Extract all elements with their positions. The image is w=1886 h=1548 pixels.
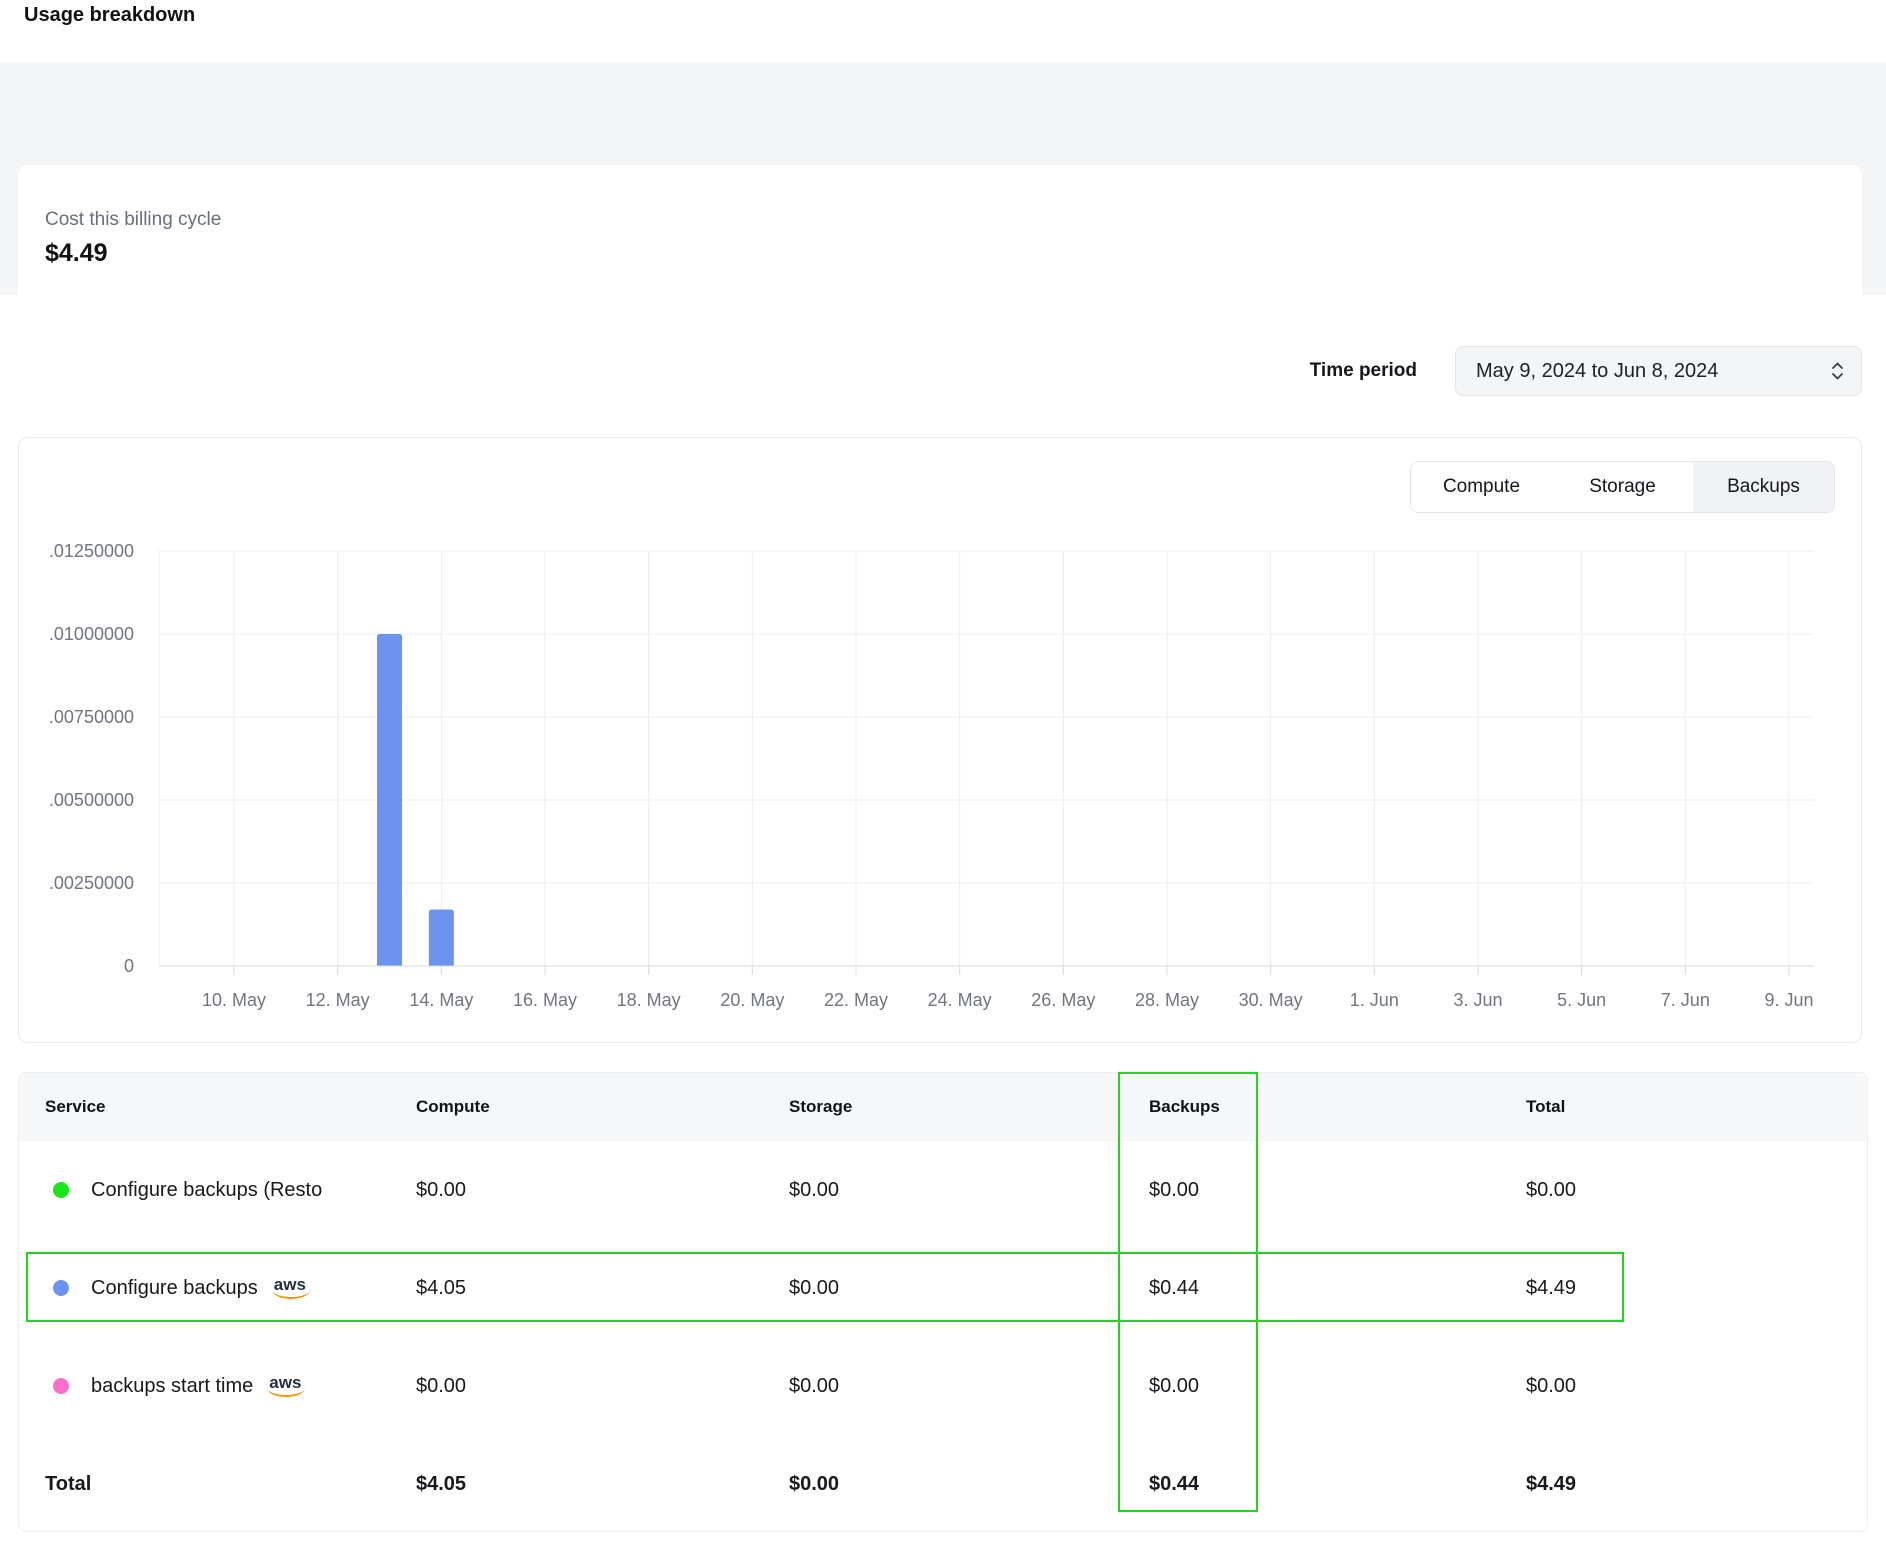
summary-section: Cost this billing cycle $4.49 xyxy=(0,62,1886,295)
x-axis-tick-label: 5. Jun xyxy=(1557,990,1606,1010)
cost-card: Cost this billing cycle $4.49 xyxy=(18,165,1862,317)
service-name: Configure backups xyxy=(91,1277,258,1300)
cell-storage: $0.00 xyxy=(789,1337,839,1435)
x-axis-tick-label: 12. May xyxy=(306,990,370,1010)
x-axis-tick-label: 20. May xyxy=(720,990,784,1010)
x-axis-tick-label: 22. May xyxy=(824,990,888,1010)
tab-backups[interactable]: Backups xyxy=(1693,462,1834,512)
cell-compute: $4.05 xyxy=(416,1239,466,1337)
bar-13-May xyxy=(377,634,402,966)
service-cell: Configure backups (Resto xyxy=(91,1141,322,1239)
total-compute: $4.05 xyxy=(416,1435,466,1533)
table-row[interactable]: Configure backups (Resto $0.00 $0.00 $0.00 $… xyxy=(19,1141,1867,1239)
cell-backups: $0.00 xyxy=(1149,1141,1199,1239)
y-axis-tick-label: .00750000 xyxy=(49,707,134,727)
x-axis-tick-label: 24. May xyxy=(928,990,992,1010)
table-row[interactable]: Configure backups aws $4.05 $0.00 $0.44 $4.49 xyxy=(19,1239,1867,1337)
y-axis-tick-label: .01000000 xyxy=(49,624,134,644)
time-period-label: Time period xyxy=(1310,360,1417,382)
table-header-row: Service Compute Storage Backups Total xyxy=(19,1073,1867,1141)
chart-series-tabs: ComputeStorageBackups xyxy=(1410,461,1835,513)
chevron-up-down-icon xyxy=(1830,360,1845,382)
x-axis-tick-label: 26. May xyxy=(1031,990,1095,1010)
total-total: $4.49 xyxy=(1526,1435,1576,1533)
cell-backups: $0.44 xyxy=(1149,1239,1199,1337)
time-period-value: May 9, 2024 to Jun 8, 2024 xyxy=(1476,360,1718,383)
tab-compute[interactable]: Compute xyxy=(1411,462,1552,512)
x-axis-tick-label: 30. May xyxy=(1239,990,1303,1010)
usage-bar-chart: .01250000 .01000000 .00750000 .00500000 .002… xyxy=(19,438,1861,1042)
x-axis-tick-label: 3. Jun xyxy=(1453,990,1502,1010)
cell-total: $4.49 xyxy=(1526,1239,1576,1337)
cell-total: $0.00 xyxy=(1526,1337,1576,1435)
bar-14-May xyxy=(429,910,454,966)
cell-compute: $0.00 xyxy=(416,1141,466,1239)
service-name: Configure backups (Resto xyxy=(91,1179,322,1202)
service-cell: Configure backups aws xyxy=(91,1239,306,1337)
x-axis-tick-label: 9. Jun xyxy=(1764,990,1813,1010)
y-axis-tick-label: .00250000 xyxy=(49,873,134,893)
cell-total: $0.00 xyxy=(1526,1141,1576,1239)
table-total-row: Total $4.05 $0.00 $0.44 $4.49 xyxy=(19,1435,1867,1533)
cost-card-value: $4.49 xyxy=(45,239,108,268)
x-axis-tick-label: 18. May xyxy=(617,990,681,1010)
time-period-row: Time period May 9, 2024 to Jun 8, 2024 xyxy=(0,346,1862,396)
tab-storage[interactable]: Storage xyxy=(1552,462,1693,512)
aws-logo-icon: aws xyxy=(274,1278,306,1299)
series-color-dot xyxy=(53,1280,69,1296)
time-period-select[interactable]: May 9, 2024 to Jun 8, 2024 xyxy=(1455,346,1862,396)
column-header-compute: Compute xyxy=(416,1073,490,1141)
series-color-dot xyxy=(53,1182,69,1198)
column-header-total: Total xyxy=(1526,1073,1565,1141)
usage-chart-card: .01250000 .01000000 .00750000 .00500000 .002… xyxy=(18,437,1862,1043)
usage-table: Service Compute Storage Backups Total Config… xyxy=(18,1072,1868,1532)
cell-compute: $0.00 xyxy=(416,1337,466,1435)
x-axis-tick-label: 28. May xyxy=(1135,990,1199,1010)
x-axis-tick-label: 1. Jun xyxy=(1350,990,1399,1010)
cell-backups: $0.00 xyxy=(1149,1337,1199,1435)
cost-card-label: Cost this billing cycle xyxy=(45,209,221,231)
total-row-label: Total xyxy=(45,1435,91,1533)
x-axis-tick-label: 14. May xyxy=(409,990,473,1010)
y-axis-tick-label: .01250000 xyxy=(49,541,134,561)
column-header-service: Service xyxy=(45,1073,106,1141)
total-backups: $0.44 xyxy=(1149,1435,1199,1533)
page-title: Usage breakdown xyxy=(24,4,195,27)
total-storage: $0.00 xyxy=(789,1435,839,1533)
x-axis-tick-label: 7. Jun xyxy=(1661,990,1710,1010)
x-axis-tick-label: 10. May xyxy=(202,990,266,1010)
x-axis-tick-label: 16. May xyxy=(513,990,577,1010)
cell-storage: $0.00 xyxy=(789,1239,839,1337)
y-axis-tick-label: 0 xyxy=(124,956,134,976)
service-name: backups start time xyxy=(91,1375,253,1398)
series-color-dot xyxy=(53,1378,69,1394)
column-header-backups: Backups xyxy=(1149,1073,1220,1141)
cell-storage: $0.00 xyxy=(789,1141,839,1239)
table-row[interactable]: backups start time aws $0.00 $0.00 $0.00 $0.0… xyxy=(19,1337,1867,1435)
column-header-storage: Storage xyxy=(789,1073,852,1141)
y-axis-tick-label: .00500000 xyxy=(49,790,134,810)
service-cell: backups start time aws xyxy=(91,1337,301,1435)
aws-logo-icon: aws xyxy=(269,1376,301,1397)
